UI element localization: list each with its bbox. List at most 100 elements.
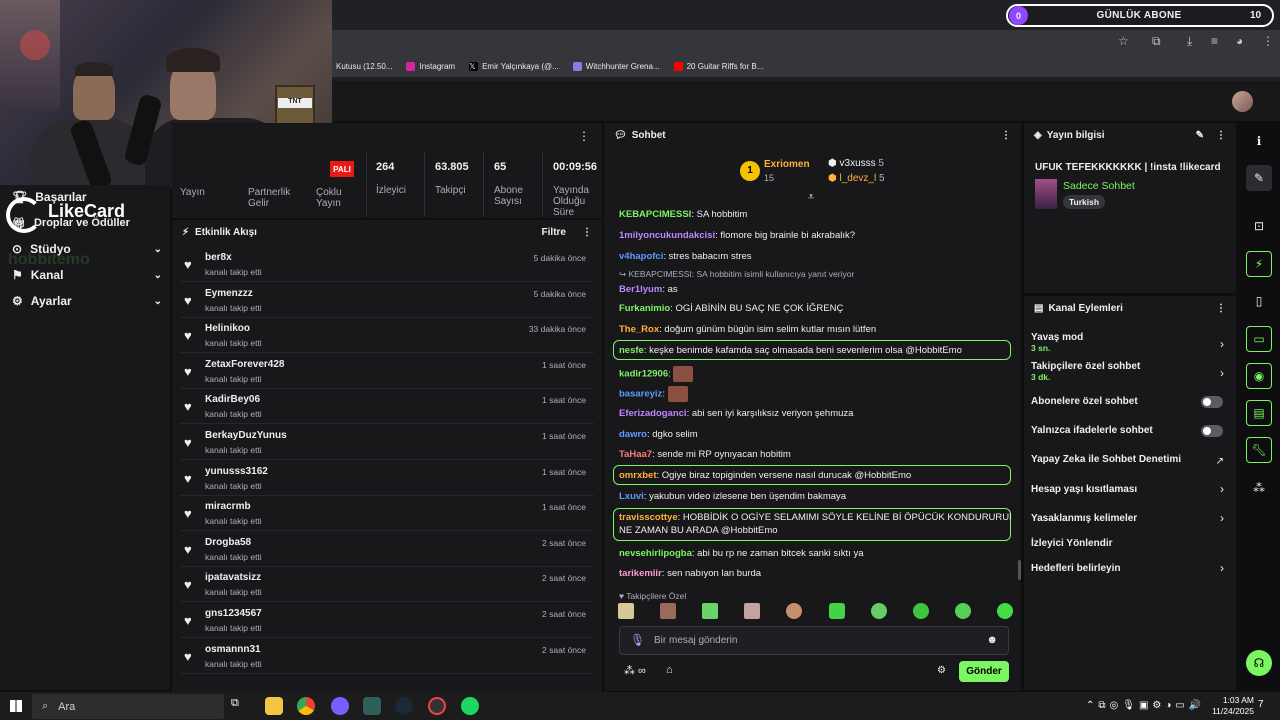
activity-row[interactable]: ♥ gns1234567 kanalı takip etti 2 saat önce: [180, 604, 594, 638]
taskbar-search[interactable]: ⌕ Ara: [32, 694, 224, 719]
info-icon[interactable]: ℹ: [1246, 128, 1272, 154]
chat-username[interactable]: TaHaa7: [619, 449, 652, 460]
bookmark[interactable]: 20 Guitar Riffs for B...: [673, 62, 763, 71]
bookmark[interactable]: 𝕏 Emir Yalçınkaya (@...: [469, 62, 559, 71]
emote[interactable]: [912, 603, 929, 619]
chat-username[interactable]: 1milyoncukundakcisi: [619, 230, 715, 241]
collapse-icon[interactable]: ⩡: [808, 191, 814, 204]
chat-username[interactable]: Ber1lyum: [619, 284, 662, 295]
layout-icon[interactable]: ▤: [1246, 400, 1272, 426]
chat-username[interactable]: Eferizadoganci: [619, 408, 687, 419]
reply-context[interactable]: ↪ KEBAPCIMESSI: SA hobbitim isimli kulla…: [619, 268, 1011, 281]
chat-message[interactable]: v4hapofci: stres babacım stres: [619, 250, 1011, 263]
emote[interactable]: [786, 603, 803, 619]
chat-message[interactable]: KEBAPCIMESSI: SA hobbitim: [619, 208, 1011, 221]
chat-message[interactable]: nevsehirlipogba: abi bu rp ne zaman bitc…: [619, 547, 1011, 560]
chat-username[interactable]: nesfe: [619, 345, 644, 356]
sidebar-item-settings[interactable]: ⚙ Ayarlar ⌄: [12, 292, 162, 310]
emoji-icon[interactable]: ☻: [986, 634, 998, 646]
address-bar[interactable]: [332, 30, 1280, 56]
chat-username[interactable]: tarikemiir: [619, 568, 662, 579]
lightning-icon[interactable]: ⚡︎: [1246, 251, 1272, 277]
media-icon[interactable]: ≡: [1211, 34, 1218, 48]
chat-message[interactable]: Ber1lyum: as: [619, 283, 1011, 296]
activity-row[interactable]: ♥ Drogba58 kanalı takip etti 2 saat önce: [180, 533, 594, 567]
steam-icon[interactable]: [395, 697, 413, 715]
chat-username[interactable]: omrxbet: [619, 470, 656, 481]
category-thumbnail[interactable]: [1035, 179, 1057, 209]
chat-message[interactable]: 1milyoncukundakcisi: flomore big brainle…: [619, 229, 1011, 242]
download-icon[interactable]: ⤓: [1187, 34, 1192, 49]
chat-username[interactable]: nevsehirlipogba: [619, 548, 692, 559]
chat-message[interactable]: TaHaa7: sende mi RP oynıyacan hobitim: [619, 448, 1011, 461]
emote[interactable]: [996, 603, 1013, 619]
chat-message[interactable]: Eferizadoganci: abi sen iyi karşılıksız …: [619, 407, 1011, 420]
group-icon[interactable]: ⁂: [1246, 475, 1272, 501]
microphone-icon[interactable]: 🎙︎: [630, 633, 645, 647]
explorer-icon[interactable]: [265, 697, 283, 715]
document-icon[interactable]: ▯: [1246, 288, 1272, 314]
more-icon[interactable]: ⋮: [1216, 130, 1226, 141]
action-raid[interactable]: İzleyici Yönlendir: [1031, 538, 1229, 549]
send-button[interactable]: Gönder: [959, 661, 1009, 682]
help-icon[interactable]: ☊: [1246, 650, 1272, 676]
bookmark[interactable]: Instagram: [406, 62, 455, 71]
activity-row[interactable]: ♥ miracrmb kanalı takip etti 1 saat önce: [180, 497, 594, 532]
app-icon[interactable]: [331, 697, 349, 715]
emote[interactable]: [618, 603, 634, 619]
emote[interactable]: [660, 603, 677, 619]
action-account-age[interactable]: Hesap yaşı kısıtlaması ›: [1031, 482, 1229, 496]
sidebar-item-channel[interactable]: ⚑ Kanal ⌄: [12, 266, 162, 284]
emote[interactable]: [702, 603, 719, 619]
xbox-icon[interactable]: [363, 697, 381, 715]
chat-username[interactable]: dawro: [619, 429, 647, 440]
scrollbar[interactable]: [1018, 560, 1021, 580]
activity-row[interactable]: ♥ BerkayDuzYunus kanalı takip etti 1 saat ö…: [180, 426, 594, 460]
emote[interactable]: [870, 603, 887, 619]
activity-row[interactable]: ♥ ipatavatsizz kanalı takip etti 2 saat önc…: [180, 568, 594, 603]
chat-message[interactable]: basareyiz:: [619, 386, 1011, 402]
chat-username[interactable]: basareyiz: [619, 389, 662, 400]
chat-message[interactable]: Lxuvi: yakubun video izlesene ben üşendi…: [619, 490, 1011, 503]
chat-username[interactable]: travisscottye: [619, 512, 678, 523]
action-goals[interactable]: Hedefleri belirleyin ›: [1031, 561, 1229, 575]
action-banned-words[interactable]: Yasaklanmış kelimeler ›: [1031, 511, 1229, 525]
chat-message[interactable]: travisscottye: HOBBİDİK O OGİYE SELAMIMI…: [619, 511, 1011, 537]
chat-message[interactable]: The_Rox: doğum günüm bügün isim selim ku…: [619, 323, 1011, 336]
more-icon[interactable]: ⋮: [578, 129, 590, 143]
points-icon[interactable]: ⁂ ∞: [624, 664, 646, 677]
filter-button[interactable]: Filtre: [542, 227, 566, 238]
leaderboard-third[interactable]: ⬢ l_devz_l 5: [828, 173, 885, 184]
gear-icon[interactable]: ⚙: [937, 665, 946, 676]
activity-row[interactable]: ♥ ZetaxForever428 kanalı takip etti 1 saat …: [180, 355, 594, 389]
tag-chip[interactable]: Turkish: [1063, 195, 1106, 209]
bookmark[interactable]: Kutusu (12.50...: [336, 62, 392, 71]
avatar[interactable]: [1232, 91, 1253, 112]
focus-icon[interactable]: ⊡: [1246, 213, 1272, 239]
action-emote-only[interactable]: Yalnızca ifadelerle sohbet: [1031, 425, 1229, 437]
chat-icon[interactable]: ▭: [1246, 326, 1272, 352]
broadcast-icon[interactable]: ◉: [1246, 363, 1272, 389]
activity-row[interactable]: ♥ KadirBey06 kanalı takip etti 1 saat önce: [180, 390, 594, 425]
sidebar-item-studio[interactable]: ⊙ Stüdyo ⌄: [12, 240, 162, 258]
chat-message[interactable]: Furkanimio: OGİ ABİNİN BU SAÇ NE ÇOK İĞR…: [619, 302, 1011, 315]
star-icon[interactable]: ☆: [1118, 34, 1129, 48]
emote[interactable]: [828, 603, 845, 619]
action-subscribers-only[interactable]: Abonelere özel sohbet: [1031, 396, 1229, 408]
activity-row[interactable]: ♥ osmannn31 kanalı takip etti 2 saat önce: [180, 640, 594, 674]
more-icon[interactable]: ⋮: [582, 227, 592, 238]
emote[interactable]: [954, 603, 971, 619]
more-icon[interactable]: ⋮: [1216, 303, 1226, 314]
chat-username[interactable]: v4hapofci: [619, 251, 663, 262]
profile-icon[interactable]: ◕: [1236, 34, 1243, 48]
leaderboard-second[interactable]: ⬢ v3xusss 5: [828, 158, 884, 169]
obs-icon[interactable]: [428, 697, 446, 715]
chrome-icon[interactable]: [297, 697, 315, 715]
chat-username[interactable]: KEBAPCIMESSI: [619, 209, 691, 220]
notifications-badge[interactable]: 7: [1258, 699, 1264, 710]
system-tray[interactable]: ⌃⧉◎🎙︎▣⚙◑▭🔊: [1086, 700, 1205, 711]
chat-message[interactable]: nesfe: keşke benimde kafamda saç olmasad…: [619, 344, 1011, 357]
chat-username[interactable]: kadir12906: [619, 369, 668, 380]
leaderboard-first-name[interactable]: Exriomen: [764, 159, 810, 170]
emote[interactable]: [744, 603, 761, 619]
